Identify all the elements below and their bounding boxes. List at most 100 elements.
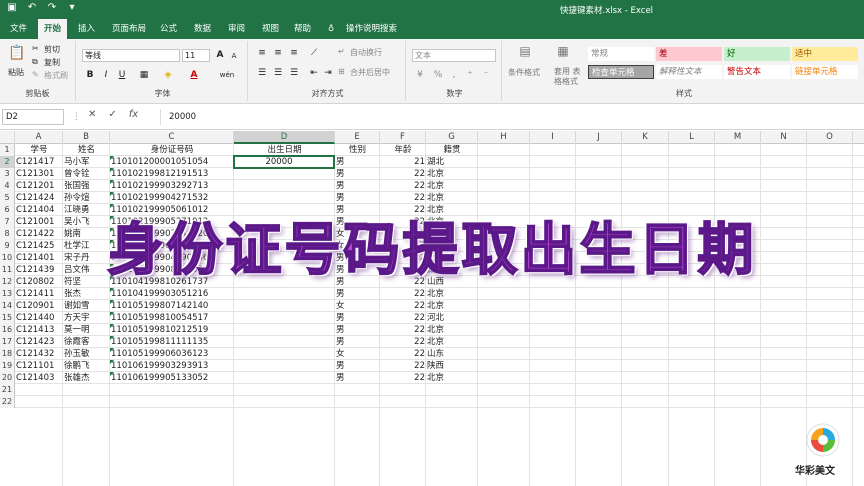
accounting-icon[interactable]: ¥ xyxy=(414,69,426,81)
table-cell[interactable]: 陕西 xyxy=(426,360,478,372)
column-header-f[interactable]: F xyxy=(380,131,426,144)
row-header-22[interactable]: 22 xyxy=(0,396,15,408)
row-header-19[interactable]: 19 xyxy=(0,360,15,372)
tab-help[interactable]: 帮助 xyxy=(294,19,311,39)
style-normal[interactable]: 常规 xyxy=(588,47,654,61)
table-cell[interactable] xyxy=(234,360,335,372)
table-cell[interactable]: C121101 xyxy=(15,360,63,372)
table-cell[interactable]: 湖北 xyxy=(426,156,478,168)
table-cell[interactable]: 男 xyxy=(335,360,380,372)
style-good[interactable]: 好 xyxy=(724,47,790,61)
row-header-5[interactable]: 5 xyxy=(0,192,15,204)
table-cell[interactable] xyxy=(234,372,335,384)
conditional-format-icon[interactable]: ▤ xyxy=(516,45,534,61)
table-cell[interactable]: 110105199811111135 xyxy=(110,336,234,348)
style-neutral[interactable]: 适中 xyxy=(792,47,858,61)
table-cell[interactable] xyxy=(234,348,335,360)
table-cell[interactable]: 22 xyxy=(380,300,426,312)
table-cell[interactable]: 男 xyxy=(335,168,380,180)
table-cell[interactable]: 男 xyxy=(335,192,380,204)
align-center-icon[interactable]: ☰ xyxy=(272,67,284,79)
tab-insert[interactable]: 插入 xyxy=(78,19,95,39)
font-name-select[interactable]: 等线 xyxy=(82,49,180,62)
table-cell[interactable]: C121411 xyxy=(15,288,63,300)
column-header-h[interactable]: H xyxy=(478,131,530,144)
table-cell[interactable]: 北京 xyxy=(426,336,478,348)
increase-decimal-icon[interactable]: ⁺ xyxy=(464,69,476,81)
header-cell[interactable]: 籍贯 xyxy=(426,144,478,156)
tab-view[interactable]: 视图 xyxy=(262,19,279,39)
table-cell[interactable]: 男 xyxy=(335,336,380,348)
redo-icon[interactable]: ↷ xyxy=(46,2,58,13)
style-explanatory[interactable]: 解释性文本 xyxy=(656,65,722,79)
header-cell[interactable]: 出生日期 xyxy=(234,144,335,156)
header-cell[interactable]: 性别 xyxy=(335,144,380,156)
table-cell[interactable] xyxy=(234,336,335,348)
bold-button[interactable]: B xyxy=(84,69,96,81)
table-cell[interactable]: 北京 xyxy=(426,168,478,180)
table-cell[interactable]: 山东 xyxy=(426,348,478,360)
font-size-select[interactable]: 11 xyxy=(182,49,210,62)
table-cell[interactable]: C121201 xyxy=(15,180,63,192)
cancel-icon[interactable]: ✕ xyxy=(88,109,96,120)
table-cell[interactable]: 110102199903292713 xyxy=(110,180,234,192)
style-bad[interactable]: 差 xyxy=(656,47,722,61)
table-cell[interactable]: 22 xyxy=(380,168,426,180)
style-warning[interactable]: 警告文本 xyxy=(724,65,790,79)
row-header-4[interactable]: 4 xyxy=(0,180,15,192)
table-cell[interactable]: 110105199810054517 xyxy=(110,312,234,324)
table-cell[interactable]: C121403 xyxy=(15,372,63,384)
table-format-button[interactable]: 套用 表格格式 xyxy=(554,67,582,87)
merge-center-button[interactable]: 合并后居中 xyxy=(350,67,390,78)
table-cell[interactable] xyxy=(234,264,335,276)
paste-button[interactable]: 粘贴 xyxy=(8,67,24,78)
column-header-b[interactable]: B xyxy=(63,131,110,144)
align-right-icon[interactable]: ☰ xyxy=(288,67,300,79)
table-cell[interactable]: C121301 xyxy=(15,168,63,180)
table-cell[interactable]: 110101200001051054 xyxy=(110,156,234,168)
table-cell[interactable]: 男 xyxy=(335,312,380,324)
table-cell[interactable] xyxy=(234,252,335,264)
column-header-j[interactable]: J xyxy=(576,131,622,144)
insert-function-button[interactable]: fx xyxy=(129,109,138,120)
table-cell[interactable]: 22 xyxy=(380,372,426,384)
table-cell[interactable]: 男 xyxy=(335,288,380,300)
indent-increase-icon[interactable]: ⇥ xyxy=(322,67,334,79)
select-all-corner[interactable] xyxy=(0,131,15,144)
tab-page-layout[interactable]: 页面布局 xyxy=(112,19,146,39)
column-header-i[interactable]: I xyxy=(530,131,576,144)
row-header-14[interactable]: 14 xyxy=(0,300,15,312)
column-header-n[interactable]: N xyxy=(761,131,807,144)
header-cell[interactable]: 姓名 xyxy=(63,144,110,156)
grow-font-button[interactable]: A xyxy=(214,49,226,61)
column-header-c[interactable]: C xyxy=(110,131,234,144)
percent-button[interactable]: % xyxy=(432,69,444,81)
table-cell[interactable]: 北京 xyxy=(426,180,478,192)
table-cell[interactable]: 22 xyxy=(380,360,426,372)
table-cell[interactable] xyxy=(234,168,335,180)
column-header-k[interactable]: K xyxy=(622,131,669,144)
table-cell[interactable]: 徐霞客 xyxy=(63,336,110,348)
table-cell[interactable]: 21 xyxy=(380,156,426,168)
table-cell[interactable]: 22 xyxy=(380,180,426,192)
table-cell[interactable]: 男 xyxy=(335,180,380,192)
table-cell[interactable]: 110106199905133052 xyxy=(110,372,234,384)
table-cell[interactable]: 110105199807142140 xyxy=(110,300,234,312)
orientation-icon[interactable]: ⟋ xyxy=(308,47,320,59)
indent-decrease-icon[interactable]: ⇤ xyxy=(308,67,320,79)
row-header-21[interactable]: 21 xyxy=(0,384,15,396)
table-cell[interactable]: C121424 xyxy=(15,192,63,204)
table-cell[interactable] xyxy=(234,192,335,204)
fill-color-icon[interactable]: ◈ xyxy=(162,69,174,81)
row-header-2[interactable]: 2 xyxy=(0,156,15,168)
table-cell[interactable] xyxy=(234,300,335,312)
column-header-m[interactable]: M xyxy=(715,131,761,144)
column-header-g[interactable]: G xyxy=(426,131,478,144)
align-left-icon[interactable]: ☰ xyxy=(256,67,268,79)
header-cell[interactable]: 年龄 xyxy=(380,144,426,156)
name-box[interactable]: D2 xyxy=(2,109,64,125)
table-cell[interactable]: 女 xyxy=(335,300,380,312)
cut-button[interactable]: 剪切 xyxy=(44,44,60,55)
table-cell[interactable]: 孙玉敏 xyxy=(63,348,110,360)
table-format-icon[interactable]: ▦ xyxy=(554,45,572,61)
